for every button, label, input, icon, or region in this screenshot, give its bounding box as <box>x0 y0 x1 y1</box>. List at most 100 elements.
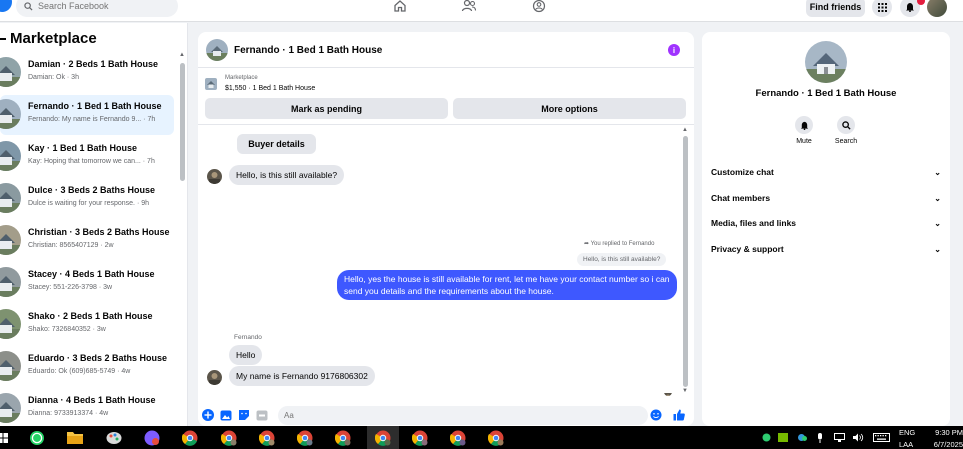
sender-avatar[interactable] <box>207 169 222 184</box>
conversation-item[interactable]: Damian · 2 Beds 1 Bath House Damian: Ok ·… <box>0 53 174 93</box>
status-dot-icon[interactable] <box>760 429 772 446</box>
chat-details-panel: Fernando · 1 Bed 1 Bath House Mute Searc… <box>702 32 950 426</box>
listing-thumbnail <box>0 351 21 381</box>
search-input[interactable] <box>38 1 158 11</box>
conversation-snippet: Dianna: 9733913374 · 4w <box>28 410 109 417</box>
conversation-item[interactable]: Stacey · 4 Beds 1 Bath House Stacey: 551-… <box>0 263 174 303</box>
info-icon[interactable]: i <box>668 44 680 56</box>
conversation-snippet: Dulce is waiting for your response. · 9h <box>28 200 149 207</box>
search-label: Search <box>834 138 858 145</box>
chrome-profile-icon[interactable] <box>220 429 238 446</box>
photo-icon[interactable] <box>220 409 232 421</box>
facebook-logo[interactable] <box>0 0 12 12</box>
conversation-name: Christian · 3 Beds 2 Baths House <box>28 227 170 237</box>
collapse-icon[interactable] <box>0 38 6 41</box>
cloud-sync-icon[interactable] <box>794 429 808 446</box>
chat-scrollbar[interactable] <box>683 136 688 387</box>
chrome-profile-icon[interactable] <box>487 429 505 446</box>
language-indicator[interactable]: ENG LAA <box>899 428 915 449</box>
whatsapp-icon[interactable] <box>28 429 46 446</box>
chrome-profile-icon[interactable] <box>334 429 352 446</box>
gif-icon[interactable] <box>256 409 268 421</box>
chat-members-row[interactable]: Chat members ⌄ <box>711 189 941 207</box>
sidebar-title: Marketplace <box>0 30 97 47</box>
emoji-icon[interactable] <box>650 409 662 421</box>
microphone-icon[interactable] <box>814 429 826 446</box>
buyer-details-button[interactable]: Buyer details <box>237 134 316 154</box>
mute-action[interactable]: Mute <box>786 116 822 145</box>
volume-icon[interactable] <box>851 429 865 446</box>
file-explorer-icon[interactable] <box>66 429 84 446</box>
conversation-name: Fernando · 1 Bed 1 Bath House <box>28 101 162 111</box>
mark-as-pending-button[interactable]: Mark as pending <box>205 98 448 119</box>
profile-avatar[interactable] <box>927 0 947 17</box>
sender-avatar[interactable] <box>207 370 222 385</box>
nvidia-icon[interactable] <box>777 429 789 446</box>
incoming-message[interactable]: Hello, is this still available? <box>229 165 345 185</box>
search-icon[interactable] <box>837 116 855 134</box>
chrome-profile-icon[interactable] <box>374 429 392 446</box>
keyboard-layout: LAA <box>899 440 914 449</box>
chrome-profile-icon[interactable] <box>258 429 276 446</box>
conversation-item[interactable]: Eduardo · 3 Beds 2 Baths House Eduardo: O… <box>0 347 174 387</box>
language-code: ENG <box>899 428 916 437</box>
paint-app-icon[interactable] <box>105 429 123 446</box>
marketplace-icon <box>205 77 217 90</box>
friends-icon[interactable] <box>460 0 478 14</box>
conversation-name: Stacey · 4 Beds 1 Bath House <box>28 269 155 279</box>
chat-avatar[interactable] <box>206 39 228 61</box>
conversation-item[interactable]: Shako · 2 Beds 1 Bath House Shako: 732684… <box>0 305 174 345</box>
find-friends-button[interactable]: Find friends <box>806 0 865 17</box>
outgoing-message[interactable]: Hello, yes the house is still available … <box>337 270 677 300</box>
scroll-up-arrow-icon[interactable]: ▲ <box>179 52 185 58</box>
conversation-snippet: Shako: 7326840352 · 3w <box>28 326 106 333</box>
message-input-box[interactable] <box>278 406 648 425</box>
chat-title[interactable]: Fernando · 1 Bed 1 Bath House <box>234 45 382 56</box>
home-icon[interactable] <box>391 0 409 14</box>
chrome-profile-icon[interactable] <box>296 429 314 446</box>
sticker-icon[interactable] <box>238 409 250 421</box>
app-icon[interactable] <box>143 429 161 446</box>
chat-scroll-up-icon[interactable]: ▲ <box>682 127 688 133</box>
marketplace-label: Marketplace <box>225 75 258 81</box>
conversation-item[interactable]: Dianna · 4 Beds 1 Bath House Dianna: 9733… <box>0 389 174 426</box>
top-navigation-bar: Find friends <box>0 0 963 22</box>
sidebar-scrollbar[interactable] <box>180 63 185 181</box>
chrome-icon[interactable] <box>181 429 199 446</box>
plus-icon[interactable] <box>202 409 214 421</box>
start-icon[interactable] <box>0 429 12 446</box>
groups-icon[interactable] <box>530 0 548 14</box>
notification-badge <box>917 0 925 5</box>
chevron-down-icon: ⌄ <box>934 244 941 254</box>
buyer-card-edge <box>234 125 326 129</box>
privacy-support-row[interactable]: Privacy & support ⌄ <box>711 240 941 258</box>
incoming-message[interactable]: My name is Fernando 9176806302 <box>229 366 375 386</box>
menu-grid-icon[interactable] <box>872 0 892 17</box>
clock[interactable]: 9:30 PM 6/7/2025 <box>927 428 963 449</box>
more-options-button[interactable]: More options <box>453 98 686 119</box>
incoming-message[interactable]: Hello <box>229 345 263 365</box>
listing-thumbnail <box>0 393 21 423</box>
bell-icon[interactable] <box>795 116 813 134</box>
chat-scroll-down-icon[interactable]: ▼ <box>682 388 688 394</box>
network-icon[interactable] <box>832 429 846 446</box>
search-action[interactable]: Search <box>828 116 864 145</box>
conversation-item[interactable]: Kay · 1 Bed 1 Bath House Kay: Hoping that… <box>0 137 174 177</box>
conversation-name: Dulce · 3 Beds 2 Baths House <box>28 185 156 195</box>
quoted-message[interactable]: Hello, is this still available? <box>577 253 667 266</box>
conversation-item[interactable]: Dulce · 3 Beds 2 Baths House Dulce is wai… <box>0 179 174 219</box>
section-label: Media, files and links <box>711 218 797 228</box>
chrome-profile-icon[interactable] <box>411 429 429 446</box>
media-files-links-row[interactable]: Media, files and links ⌄ <box>711 214 941 232</box>
keyboard-icon[interactable] <box>871 429 891 446</box>
conversation-item[interactable]: Fernando · 1 Bed 1 Bath House Fernando: M… <box>0 95 174 135</box>
search-box[interactable] <box>16 0 178 17</box>
conversation-item[interactable]: Christian · 3 Beds 2 Baths House Christia… <box>0 221 174 261</box>
listing-thumbnail <box>0 267 21 297</box>
conversation-name: Eduardo · 3 Beds 2 Baths House <box>28 353 168 363</box>
like-icon[interactable] <box>673 409 685 421</box>
customize-chat-row[interactable]: Customize chat ⌄ <box>711 163 941 181</box>
message-input[interactable] <box>284 411 604 420</box>
listing-avatar[interactable] <box>805 41 847 83</box>
chrome-profile-icon[interactable] <box>449 429 467 446</box>
